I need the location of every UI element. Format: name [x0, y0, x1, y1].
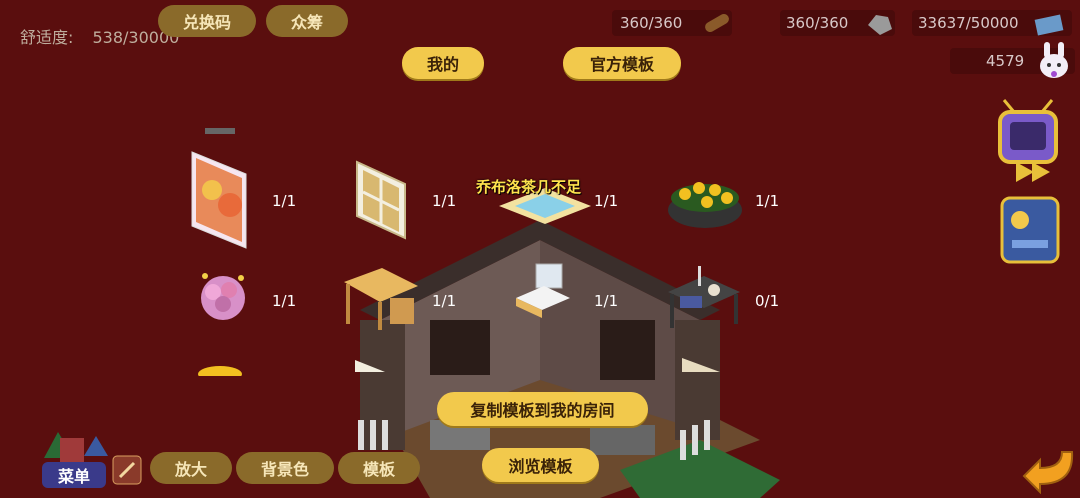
painting-icon[interactable] [190, 150, 250, 250]
menu-label: 菜单 [42, 462, 106, 488]
tab-official-templates[interactable]: 官方模板 [563, 47, 681, 79]
rabbit-icon [1040, 42, 1068, 78]
money-value: 33637/50000 [918, 14, 1019, 32]
edit-icon[interactable] [112, 455, 142, 485]
comfort-display: 舒适度: 538/30000 [20, 24, 179, 48]
item-count: 1/1 [594, 292, 619, 310]
background-color-button[interactable]: 背景色 [236, 452, 334, 484]
item-count: 1/1 [272, 292, 297, 310]
resource-money: 33637/50000 [912, 10, 1072, 36]
partial-item-right [682, 358, 720, 372]
flower-bouquet-icon[interactable] [193, 266, 253, 330]
window-icon[interactable] [355, 160, 407, 240]
browse-template-button[interactable]: 浏览模板 [482, 448, 599, 482]
tv-icon[interactable] [994, 96, 1064, 186]
money-icon [1034, 14, 1064, 36]
item-count: 0/1 [755, 292, 780, 310]
resource-wood: 360/360 [612, 10, 732, 36]
item-count: 1/1 [432, 192, 457, 210]
copy-template-button[interactable]: 复制模板到我的房间 [437, 392, 648, 426]
item-count: 1/1 [272, 192, 297, 210]
insufficient-item-tooltip: 乔布洛茶几不足 [476, 178, 582, 196]
partial-item-top-left [205, 128, 235, 134]
item-count: 1/1 [594, 192, 619, 210]
partial-item-gold [198, 366, 242, 376]
book-icon[interactable] [998, 194, 1062, 266]
rabbit-value: 4579 [986, 52, 1025, 70]
back-arrow-icon[interactable] [1018, 444, 1078, 494]
template-button[interactable]: 模板 [338, 452, 420, 484]
exchange-code-button[interactable]: 兑换码 [158, 5, 256, 37]
item-count: 1/1 [755, 192, 780, 210]
flower-planter-icon[interactable] [665, 168, 745, 232]
wood-value: 360/360 [620, 14, 683, 32]
wood-icon [705, 14, 729, 32]
comfort-label: 舒适度: [20, 28, 74, 47]
tea-table-icon[interactable] [664, 262, 744, 332]
sink-icon[interactable] [512, 262, 574, 322]
menu-button[interactable]: 菜单 [38, 428, 110, 494]
stone-icon [868, 15, 892, 35]
stone-value: 360/360 [786, 14, 849, 32]
zoom-button[interactable]: 放大 [150, 452, 232, 484]
crowdfund-button[interactable]: 众筹 [266, 5, 348, 37]
item-count: 1/1 [432, 292, 457, 310]
desk-icon[interactable] [342, 266, 420, 332]
resource-stone: 360/360 [780, 10, 895, 36]
resource-rabbit: 4579 [950, 42, 1075, 78]
tab-mine[interactable]: 我的 [402, 47, 484, 79]
partial-item-window [355, 360, 385, 372]
